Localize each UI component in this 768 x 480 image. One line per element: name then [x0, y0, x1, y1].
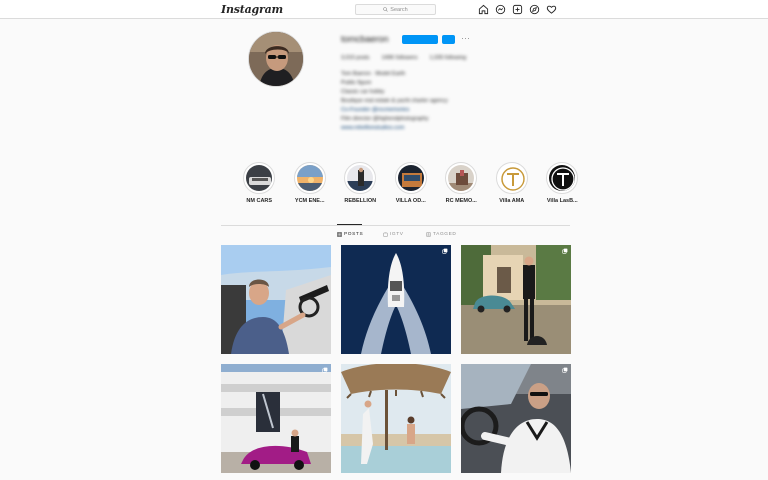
top-navigation-bar: Instagram Search [0, 0, 768, 19]
multiple-photos-icon [562, 248, 568, 254]
new-post-icon[interactable] [512, 4, 523, 15]
highlight-label: VILLA OD... [395, 198, 426, 204]
highlight-item[interactable]: VILLA OD... [386, 162, 437, 204]
profile-avatar[interactable] [248, 31, 304, 87]
bio-line[interactable]: Co-Founder @rocmemories [341, 106, 541, 115]
search-icon [383, 7, 388, 12]
highlight-item[interactable]: YCM ENE... [285, 162, 336, 204]
explore-icon[interactable] [529, 4, 540, 15]
bio-line: Film director @highendphotography [341, 116, 429, 122]
posts-count: 3,015 posts [341, 55, 370, 61]
post-thumbnail[interactable] [341, 245, 451, 354]
highlight-label: NM CARS [246, 198, 273, 204]
highlight-item[interactable]: NM CARS [234, 162, 285, 204]
tab-label: TAGGED [433, 232, 457, 237]
post-thumbnail[interactable] [221, 245, 331, 354]
follow-button[interactable] [402, 35, 438, 44]
tabs-divider [221, 225, 570, 226]
tab-igtv[interactable]: IGTV [383, 232, 404, 237]
instagram-logo[interactable]: Instagram [221, 3, 283, 16]
tab-label: IGTV [390, 232, 404, 237]
bio-line: Classic car hobby [341, 89, 385, 95]
grid-icon [337, 232, 342, 237]
bio-website-link[interactable]: www.rebellionstudios.com [341, 124, 541, 133]
post-thumbnail[interactable] [341, 364, 451, 473]
post-thumbnail[interactable] [461, 245, 571, 354]
bio-line: Public figure [341, 80, 372, 86]
messenger-icon[interactable] [495, 4, 506, 15]
post-thumbnail[interactable] [461, 364, 571, 473]
highlight-label: YCM ENE... [294, 198, 325, 204]
following-count[interactable]: 1,035 following [430, 55, 467, 61]
profile-stats: 3,015 posts 149K followers 1,035 followi… [341, 55, 466, 61]
activity-heart-icon[interactable] [546, 4, 557, 15]
highlight-item[interactable]: REBELLION [335, 162, 386, 204]
search-placeholder: Search [390, 6, 408, 13]
highlight-item[interactable]: Villa AMA [487, 162, 538, 204]
home-icon[interactable] [478, 4, 489, 15]
bio-line: Boutique real estate & yacht charter age… [341, 98, 448, 104]
followers-count[interactable]: 149K followers [381, 55, 417, 61]
more-options-icon[interactable]: ··· [461, 33, 470, 43]
profile-bio: Tom Baeron · Model Earth Public figure C… [341, 70, 541, 133]
highlight-item[interactable]: RC MEMO... [436, 162, 487, 204]
tagged-icon [426, 232, 431, 237]
suggested-accounts-button[interactable] [442, 35, 455, 44]
multiple-photos-icon [322, 367, 328, 373]
multiple-photos-icon [562, 367, 568, 373]
igtv-icon [383, 232, 388, 237]
tab-posts[interactable]: POSTS [337, 232, 363, 237]
profile-username: tomcbaeron [341, 34, 389, 44]
story-highlights: NM CARS YCM ENE... REBELLION VILLA OD...… [234, 162, 588, 204]
highlight-item[interactable]: Villa LasB... [537, 162, 588, 204]
highlight-label: Villa AMA [499, 198, 525, 204]
active-tab-indicator [337, 224, 362, 225]
highlight-label: Villa LasB... [546, 198, 578, 204]
tab-label: POSTS [344, 232, 364, 237]
search-input[interactable]: Search [355, 4, 436, 15]
highlight-label: REBELLION [344, 198, 377, 204]
tab-tagged[interactable]: TAGGED [426, 232, 457, 237]
post-thumbnail[interactable] [221, 364, 331, 473]
multiple-photos-icon [442, 248, 448, 254]
bio-line: Tom Baeron · Model Earth [341, 71, 406, 77]
highlight-label: RC MEMO... [445, 198, 477, 204]
